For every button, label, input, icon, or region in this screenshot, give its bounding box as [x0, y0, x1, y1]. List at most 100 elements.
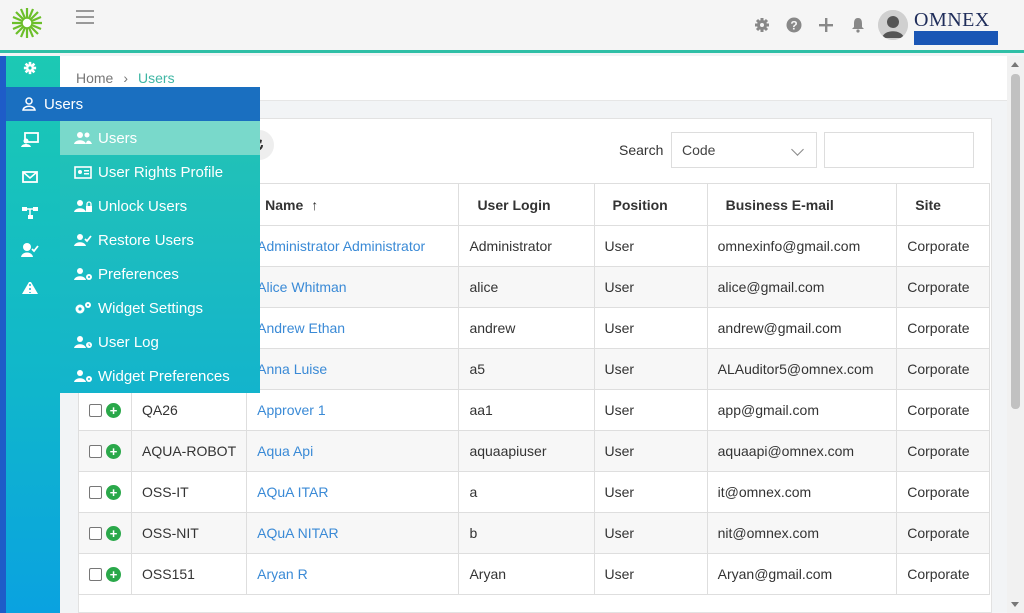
email-cell: andrew@gmail.com: [706, 307, 898, 349]
sort-ascending-icon[interactable]: ↑: [311, 197, 318, 213]
name-link[interactable]: Andrew Ethan: [246, 307, 460, 349]
name-link[interactable]: Alice Whitman: [246, 266, 460, 308]
scroll-up-arrow-icon[interactable]: [1011, 62, 1019, 67]
email-cell: omnexinfo@gmail.com: [706, 225, 898, 267]
add-icon[interactable]: +: [106, 402, 121, 418]
menu-item-label: Preferences: [98, 265, 179, 283]
menu-item-widget-settings[interactable]: Widget Settings: [60, 291, 260, 325]
search-field-select[interactable]: Code: [671, 132, 817, 168]
menu-item-label: User Rights Profile: [98, 163, 224, 181]
search-field-value: Code: [682, 142, 716, 158]
menu-item-unlock-users[interactable]: Unlock Users: [60, 189, 260, 223]
scrollbar-thumb[interactable]: [1011, 74, 1020, 409]
header-name-label: Name: [265, 196, 304, 213]
code-cell: OSS151: [130, 553, 248, 595]
menu-item-users[interactable]: Users: [60, 121, 260, 155]
login-cell: aquaapiuser: [458, 430, 595, 472]
menu-item-preferences[interactable]: Preferences: [60, 257, 260, 291]
scroll-down-arrow-icon[interactable]: [1011, 602, 1019, 607]
name-link[interactable]: Aqua Api: [246, 430, 460, 472]
position-cell: User: [593, 266, 708, 308]
menu-item-label: Restore Users: [98, 231, 194, 249]
table-row[interactable]: + QA26 Approver 1 aa1 User app@gmail.com…: [78, 389, 990, 431]
users-flyout-menu: Users Users User Rights Profile Unlock U…: [6, 87, 260, 393]
login-cell: alice: [458, 266, 595, 308]
position-cell: User: [593, 512, 708, 554]
row-select-cell: +: [78, 512, 132, 554]
menu-item-label: Users: [98, 129, 138, 147]
hamburger-menu-icon[interactable]: [76, 10, 94, 26]
user-clock-icon: [74, 335, 94, 349]
header-site[interactable]: Site: [896, 183, 990, 226]
menu-item-user-rights-profile[interactable]: User Rights Profile: [60, 155, 260, 189]
breadcrumb-separator-icon: ›: [123, 70, 129, 86]
row-select-cell: +: [78, 553, 132, 595]
bell-icon[interactable]: [842, 9, 874, 41]
name-link[interactable]: Anna Luise: [246, 348, 460, 390]
user-avatar-icon[interactable]: [878, 10, 908, 40]
search-input[interactable]: [824, 132, 974, 168]
settings-icon[interactable]: [20, 58, 40, 78]
name-link[interactable]: AQuA NITAR: [246, 512, 460, 554]
table-row[interactable]: + OSS-IT AQuA ITAR a User it@omnex.com C…: [78, 471, 990, 513]
header-user-login[interactable]: User Login: [458, 183, 595, 226]
email-cell: nit@omnex.com: [706, 512, 898, 554]
header-name[interactable]: Name ↑: [246, 183, 460, 226]
table-row[interactable]: + OSS-NIT AQuA NITAR b User nit@omnex.co…: [78, 512, 990, 554]
name-link[interactable]: Administrator Administrator: [246, 225, 460, 267]
row-checkbox[interactable]: [89, 403, 102, 417]
cogs-icon: [74, 301, 94, 315]
add-icon[interactable]: +: [106, 484, 121, 500]
brand-logo: OMNEX: [914, 5, 998, 45]
row-checkbox[interactable]: [89, 567, 102, 581]
email-cell: it@omnex.com: [706, 471, 898, 513]
code-cell: OSS-NIT: [130, 512, 248, 554]
name-link[interactable]: Aryan R: [246, 553, 460, 595]
site-cell: Corporate: [896, 471, 990, 513]
site-cell: Corporate: [896, 266, 990, 308]
table-row[interactable]: + OSS151 Aryan R Aryan User Aryan@gmail.…: [78, 553, 990, 595]
add-icon[interactable]: +: [106, 525, 121, 541]
row-checkbox[interactable]: [89, 485, 102, 499]
site-cell: Corporate: [896, 348, 990, 390]
menu-item-label: Widget Preferences: [98, 367, 230, 385]
brand-name: OMNEX: [914, 9, 990, 31]
site-cell: Corporate: [896, 307, 990, 349]
table-row[interactable]: + AQUA-ROBOT Aqua Api aquaapiuser User a…: [78, 430, 990, 472]
menu-item-user-log[interactable]: User Log: [60, 325, 260, 359]
breadcrumb-home[interactable]: Home: [76, 70, 113, 86]
menu-item-widget-preferences[interactable]: Widget Preferences: [60, 359, 260, 393]
site-cell: Corporate: [896, 430, 990, 472]
menu-item-label: Widget Settings: [98, 299, 204, 317]
login-cell: aa1: [458, 389, 595, 431]
header-business-email[interactable]: Business E-mail: [706, 183, 898, 226]
help-icon[interactable]: ?: [778, 9, 810, 41]
row-select-cell: +: [78, 389, 132, 431]
add-icon[interactable]: +: [106, 443, 121, 459]
user-cog-icon: [74, 267, 94, 281]
flyout-header[interactable]: Users: [6, 87, 260, 121]
position-cell: User: [593, 553, 708, 595]
row-checkbox[interactable]: [89, 444, 102, 458]
row-select-cell: +: [78, 430, 132, 472]
breadcrumb: Home › Users: [76, 70, 175, 86]
position-cell: User: [593, 225, 708, 267]
vertical-scrollbar[interactable]: [1007, 56, 1024, 613]
email-cell: aquaapi@omnex.com: [706, 430, 898, 472]
login-cell: a: [458, 471, 595, 513]
user-cog-icon: [74, 369, 94, 383]
plus-icon[interactable]: [810, 9, 842, 41]
menu-item-restore-users[interactable]: Restore Users: [60, 223, 260, 257]
email-cell: app@gmail.com: [706, 389, 898, 431]
breadcrumb-current: Users: [138, 70, 175, 86]
code-cell: QA26: [130, 389, 248, 431]
position-cell: User: [593, 389, 708, 431]
name-link[interactable]: AQuA ITAR: [246, 471, 460, 513]
add-icon[interactable]: +: [106, 566, 121, 582]
app-logo-icon[interactable]: [10, 6, 44, 40]
position-cell: User: [593, 430, 708, 472]
name-link[interactable]: Approver 1: [246, 389, 460, 431]
header-position[interactable]: Position: [593, 183, 708, 226]
row-checkbox[interactable]: [89, 526, 102, 540]
gear-icon[interactable]: [746, 9, 778, 41]
